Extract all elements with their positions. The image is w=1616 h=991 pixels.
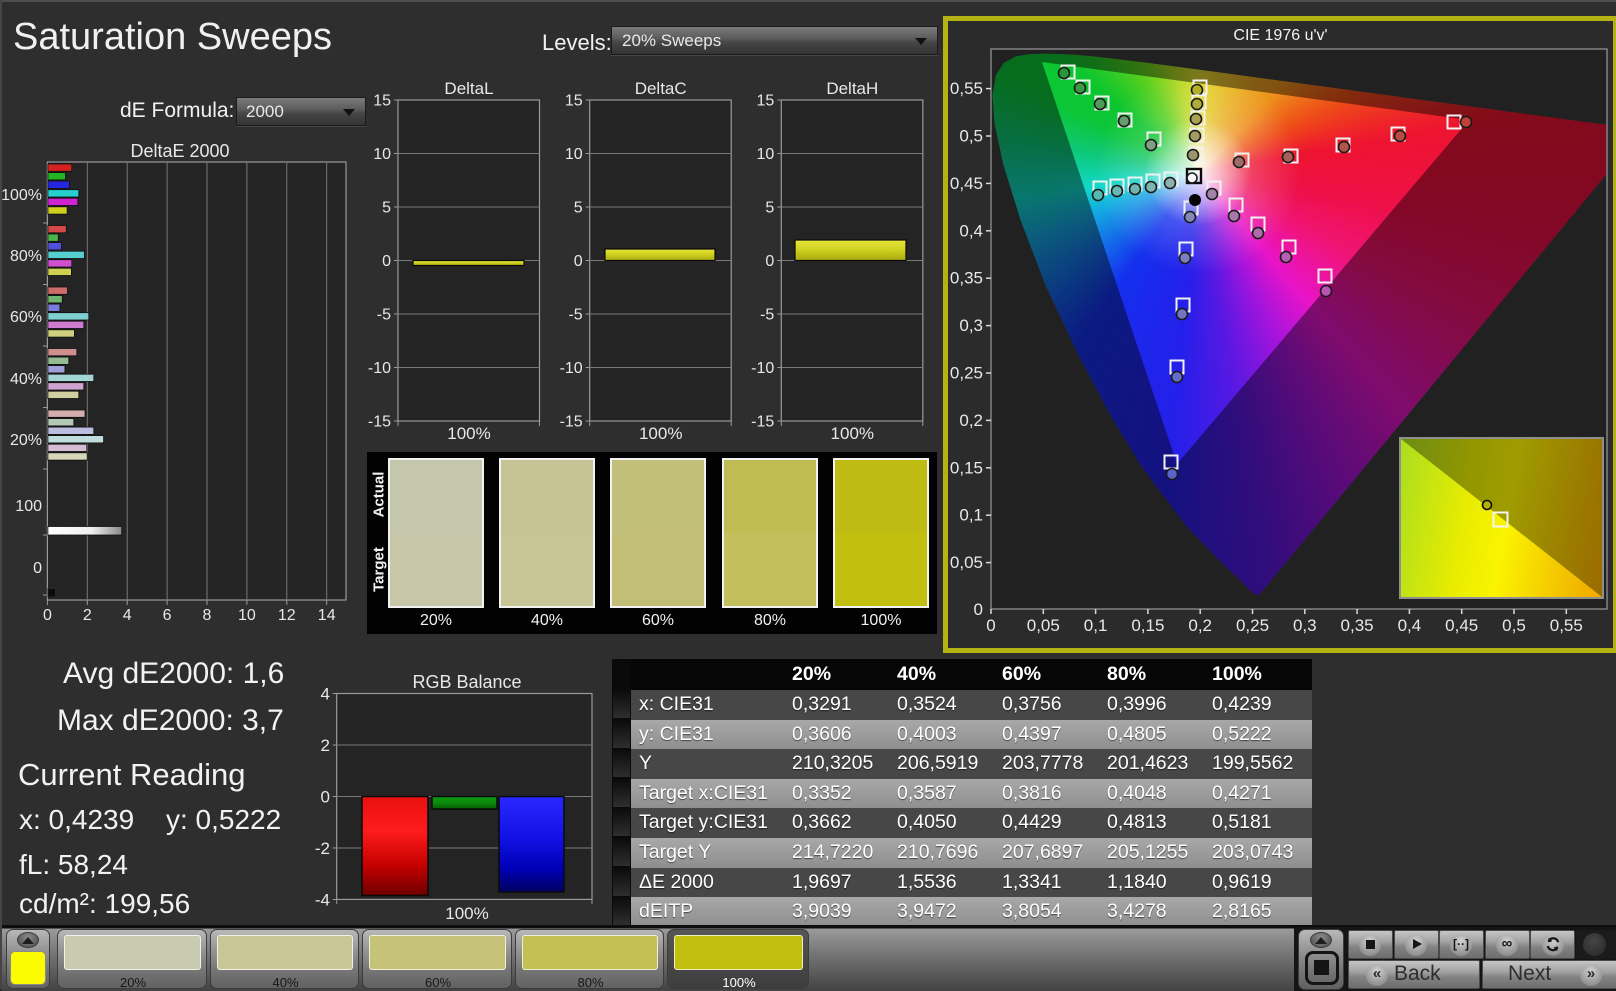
svg-text:15: 15 <box>373 93 391 110</box>
svg-text:2: 2 <box>321 736 330 755</box>
svg-text:0,55: 0,55 <box>950 79 983 98</box>
svg-text:-5: -5 <box>760 307 774 324</box>
svg-text:0: 0 <box>986 616 995 635</box>
svg-text:0,4: 0,4 <box>959 221 983 240</box>
svg-text:0: 0 <box>33 560 42 577</box>
svg-text:0,35: 0,35 <box>1341 616 1374 635</box>
svg-text:-5: -5 <box>377 307 391 324</box>
svg-text:15: 15 <box>565 93 583 110</box>
svg-text:0: 0 <box>382 253 391 270</box>
svg-text:-2: -2 <box>315 839 330 858</box>
svg-text:4: 4 <box>123 607 132 624</box>
svg-text:-4: -4 <box>315 891 330 910</box>
svg-text:-10: -10 <box>751 360 774 377</box>
svg-text:5: 5 <box>574 200 583 217</box>
svg-text:0,25: 0,25 <box>950 364 983 383</box>
svg-text:14: 14 <box>318 607 336 624</box>
svg-text:0,2: 0,2 <box>1188 616 1212 635</box>
svg-text:0: 0 <box>974 600 983 619</box>
svg-text:0,3: 0,3 <box>1293 616 1317 635</box>
svg-text:10: 10 <box>757 146 775 163</box>
svg-text:RGB Balance: RGB Balance <box>412 672 521 692</box>
svg-text:8: 8 <box>203 607 212 624</box>
svg-text:80%: 80% <box>10 248 42 265</box>
svg-text:10: 10 <box>373 146 391 163</box>
svg-text:0,25: 0,25 <box>1236 616 1269 635</box>
svg-text:0,05: 0,05 <box>950 553 983 572</box>
svg-text:0,15: 0,15 <box>1131 616 1164 635</box>
svg-text:0,4: 0,4 <box>1398 616 1422 635</box>
svg-text:2: 2 <box>83 607 92 624</box>
svg-text:-5: -5 <box>568 307 582 324</box>
svg-text:6: 6 <box>163 607 172 624</box>
svg-text:100: 100 <box>15 498 42 515</box>
svg-text:0,1: 0,1 <box>959 506 983 525</box>
svg-text:DeltaC: DeltaC <box>635 79 687 98</box>
svg-text:0: 0 <box>765 253 774 270</box>
svg-text:0,15: 0,15 <box>950 458 983 477</box>
svg-text:100%: 100% <box>639 424 682 443</box>
svg-text:100%: 100% <box>447 424 490 443</box>
svg-text:0,45: 0,45 <box>950 174 983 193</box>
svg-text:10: 10 <box>238 607 256 624</box>
svg-text:0,35: 0,35 <box>950 269 983 288</box>
svg-text:DeltaH: DeltaH <box>826 79 878 98</box>
svg-text:DeltaE 2000: DeltaE 2000 <box>130 141 229 161</box>
svg-text:15: 15 <box>757 93 775 110</box>
svg-text:100%: 100% <box>831 424 874 443</box>
svg-text:-10: -10 <box>368 360 391 377</box>
svg-text:0,5: 0,5 <box>959 127 983 146</box>
svg-text:0: 0 <box>43 607 52 624</box>
svg-text:-15: -15 <box>368 414 391 431</box>
svg-text:10: 10 <box>565 146 583 163</box>
svg-text:100%: 100% <box>1 187 42 204</box>
svg-text:0,3: 0,3 <box>959 316 983 335</box>
svg-text:0,2: 0,2 <box>959 411 983 430</box>
svg-text:0,1: 0,1 <box>1084 616 1108 635</box>
svg-text:5: 5 <box>382 200 391 217</box>
svg-text:0,45: 0,45 <box>1445 616 1478 635</box>
svg-text:0: 0 <box>321 788 330 807</box>
svg-text:0,55: 0,55 <box>1550 616 1583 635</box>
svg-text:-15: -15 <box>560 414 583 431</box>
svg-text:-10: -10 <box>560 360 583 377</box>
svg-text:0: 0 <box>574 253 583 270</box>
svg-text:4: 4 <box>321 685 330 704</box>
svg-text:12: 12 <box>278 607 296 624</box>
svg-text:-15: -15 <box>751 414 774 431</box>
svg-text:DeltaL: DeltaL <box>444 79 493 98</box>
svg-text:0,5: 0,5 <box>1502 616 1526 635</box>
svg-text:100%: 100% <box>445 904 488 923</box>
svg-text:0,05: 0,05 <box>1027 616 1060 635</box>
svg-text:5: 5 <box>765 200 774 217</box>
svg-text:40%: 40% <box>10 371 42 388</box>
svg-text:60%: 60% <box>10 309 42 326</box>
svg-text:20%: 20% <box>10 432 42 449</box>
